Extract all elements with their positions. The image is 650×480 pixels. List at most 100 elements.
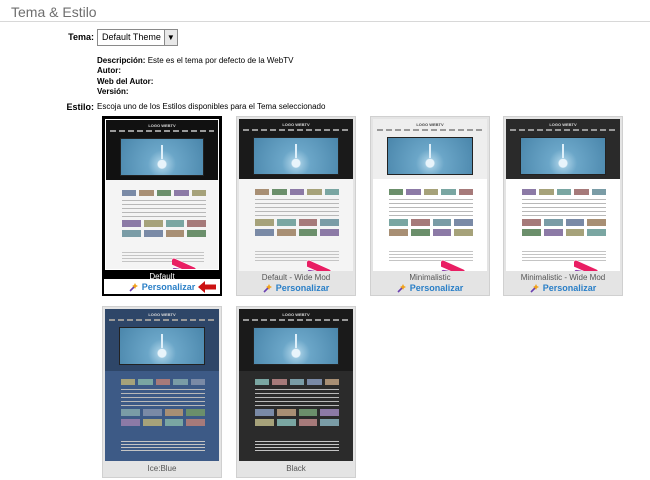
preview-thumbnail (441, 189, 456, 195)
preview-thumbnail (121, 379, 136, 385)
preview-grid-item (122, 230, 141, 237)
preview-grid-item (298, 419, 318, 426)
style-card[interactable]: LOGO WEBTV Ice:Blue (102, 306, 222, 478)
style-card[interactable]: LOGO WEBTV Black (236, 306, 356, 478)
customize-link[interactable]: Personalizar (371, 281, 489, 295)
style-preview-image[interactable]: LOGO WEBTV (105, 119, 219, 270)
preview-grid-item (143, 230, 163, 237)
theme-version: Versión: (97, 87, 129, 96)
preview-grid-item (186, 409, 205, 416)
preview-nav (110, 130, 214, 132)
preview-grid-item (255, 409, 274, 416)
preview-grid-item (143, 220, 163, 227)
author-web-label: Web del Autor: (97, 77, 154, 86)
preview-nav (377, 129, 483, 131)
preview-grid-item (121, 419, 140, 426)
preview-grid-item (142, 409, 162, 416)
preview-thumbnail (406, 189, 421, 195)
theme-select-value: Default Theme (102, 32, 161, 42)
preview-grid-item (389, 229, 408, 236)
preview-footer (255, 441, 339, 453)
preview-thumbnail (156, 190, 172, 196)
preview-thumbnail (458, 189, 474, 195)
chevron-down-icon[interactable]: ▼ (163, 30, 177, 45)
preview-thumbnail (272, 189, 287, 195)
tema-label: Tema: (68, 32, 94, 42)
preview-text-lines (255, 389, 339, 407)
preview-text-lines (121, 389, 205, 407)
theme-author-web: Web del Autor: (97, 77, 153, 86)
section-title: Tema & Estilo (11, 4, 97, 20)
preview-grid-item (186, 419, 205, 426)
preview-footer (121, 441, 205, 453)
style-preview-image[interactable]: LOGO WEBTV (105, 309, 219, 461)
customize-label: Personalizar (542, 283, 597, 293)
preview-video-hero (253, 327, 339, 365)
preview-thumbnail (138, 379, 153, 385)
preview-thumbnail (272, 379, 287, 385)
preview-grid-item (410, 219, 430, 226)
theme-select[interactable]: Default Theme ▼ (97, 29, 178, 46)
preview-text-lines (255, 199, 339, 217)
style-preview-image[interactable]: LOGO WEBTV (373, 119, 487, 271)
preview-grid-item (164, 419, 184, 426)
preview-thumbnail (324, 379, 340, 385)
preview-video-hero (520, 137, 606, 175)
water-drop-image (161, 334, 163, 348)
preview-logo: LOGO WEBTV (148, 312, 176, 317)
preview-thumbnail (574, 189, 589, 195)
style-name: Black (286, 464, 306, 473)
preview-thumbnail (539, 189, 554, 195)
style-card[interactable]: LOGO WEBTV Default - Wide Mod Personalizar (236, 116, 356, 296)
preview-thumbnails (255, 189, 340, 195)
preview-grid-item (121, 409, 140, 416)
arrow-left-icon (198, 281, 216, 293)
style-preview-image[interactable]: LOGO WEBTV (506, 119, 620, 271)
style-card[interactable]: LOGO WEBTV Minimalistic - Wide Mod Persona… (503, 116, 623, 296)
estilo-description: Escoja uno de los Estilos disponibles pa… (97, 102, 326, 111)
preview-thumbnail (289, 189, 305, 195)
preview-grid (121, 409, 205, 426)
preview-logo: LOGO WEBTV (282, 122, 310, 127)
customize-link[interactable]: Personalizar (237, 281, 355, 295)
style-card[interactable]: LOGO WEBTV Minimalistic Personalizar (370, 116, 490, 296)
preview-thumbnail (556, 189, 572, 195)
style-preview-image[interactable]: LOGO WEBTV (239, 119, 353, 271)
preview-thumbnail (255, 379, 270, 385)
customize-link[interactable]: Personalizar (504, 281, 622, 295)
preview-nav (109, 319, 215, 321)
preview-thumbnail (255, 189, 270, 195)
preview-video-hero (120, 138, 204, 176)
sparkle-icon (397, 284, 406, 293)
preview-text-lines (389, 199, 473, 217)
preview-thumbnail (139, 190, 154, 196)
theme-author: Autor: (97, 66, 121, 75)
preview-thumbnail (591, 189, 607, 195)
customize-label: Personalizar (275, 283, 330, 293)
title-divider (0, 21, 650, 22)
preview-text-lines (522, 199, 606, 217)
preview-grid-item (410, 229, 430, 236)
color-palette-icon (307, 259, 334, 271)
preview-logo: LOGO WEBTV (416, 122, 444, 127)
theme-description: Descripción: Este es el tema por defecto… (97, 56, 293, 65)
style-card[interactable]: LOGO WEBTV Default Personalizar (102, 116, 222, 296)
style-preview-image[interactable]: LOGO WEBTV (239, 309, 353, 461)
preview-video-hero (253, 137, 339, 175)
preview-grid-item (122, 220, 141, 227)
preview-grid-item (142, 419, 162, 426)
color-palette-icon (441, 259, 468, 271)
preview-thumbnail (324, 189, 340, 195)
customize-label: Personalizar (409, 283, 464, 293)
sparkle-icon (263, 284, 272, 293)
preview-nav (243, 319, 349, 321)
version-label: Versión: (97, 87, 129, 96)
preview-grid-item (255, 219, 274, 226)
preview-grid (255, 409, 339, 426)
customize-label: Personalizar (141, 281, 196, 292)
preview-logo: LOGO WEBTV (282, 312, 310, 317)
customize-link[interactable]: Personalizar (104, 279, 220, 294)
preview-grid-item (164, 409, 184, 416)
preview-logo: LOGO WEBTV (148, 123, 176, 128)
preview-thumbnail (190, 379, 206, 385)
